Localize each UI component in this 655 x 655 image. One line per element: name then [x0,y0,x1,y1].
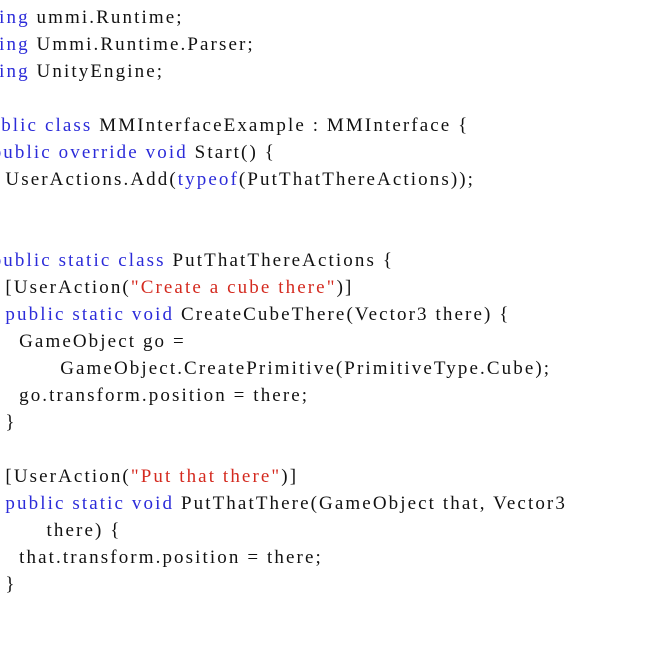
code-text: )] [336,277,354,298]
code-line: using UnityEngine; [0,58,567,85]
keyword: static [58,250,112,271]
code-line: public override void Start() { [0,139,567,166]
keyword: public [0,250,52,271]
keyword: void [131,493,175,514]
code-line: public static void CreateCubeThere(Vecto… [0,301,567,328]
code-line: that.transform.position = there; [0,544,567,571]
keyword: using [0,61,30,82]
code-line: public static void PutThatThere(GameObje… [0,490,567,517]
code-text: } [5,412,17,433]
code-text: } [5,574,17,595]
keyword: typeof [177,169,239,190]
code-text: PutThatThere(GameObject that, Vector3 [174,493,567,514]
code-text: [UserAction( [5,466,131,487]
code-line: UserActions.Add(typeof(PutThatThereActio… [0,166,567,193]
keyword: static [72,304,126,325]
code-text: MMInterfaceExample : MMInterface { [92,115,470,136]
code-line: using ummi.Runtime; [0,4,567,31]
code-text: UserActions.Add( [5,169,178,190]
code-text: Start() { [187,142,276,163]
keyword: using [0,34,30,55]
code-line: public static class PutThatThereActions … [0,247,567,274]
code-text: PutThatThereActions { [165,250,395,271]
keyword: void [131,304,175,325]
code-text: CreateCubeThere(Vector3 there) { [174,304,511,325]
code-line: go.transform.position = there; [0,382,567,409]
code-line: [UserAction("Put that there")] [0,463,567,490]
code-text: there) { [46,520,122,541]
code-line: using Ummi.Runtime.Parser; [0,31,567,58]
code-listing: using ummi.Runtime;using Ummi.Runtime.Pa… [0,4,567,598]
code-text: that.transform.position = there; [0,547,323,568]
keyword: public [5,493,66,514]
code-text: ummi.Runtime; [29,7,184,28]
code-text: )] [281,466,299,487]
code-text: (PutThatThereActions)); [238,169,476,190]
keyword: static [72,493,126,514]
code-line: GameObject.CreatePrimitive(PrimitiveType… [0,355,567,382]
code-text: GameObject go = [19,331,186,352]
keyword: class [44,115,93,136]
code-line: public class MMInterfaceExample : MMInte… [0,112,567,139]
code-text: go.transform.position = there; [0,385,310,406]
keyword: public [0,115,39,136]
code-text: [UserAction( [5,277,131,298]
code-line: } [0,571,567,598]
code-line: [UserAction("Create a cube there")] [0,274,567,301]
code-text: UnityEngine; [29,61,165,82]
keyword: public [5,304,66,325]
string-literal: "Create a cube there" [130,277,337,298]
code-line: there) { [0,517,567,544]
keyword: override [58,142,139,163]
code-line: GameObject go = [0,328,567,355]
keyword: public [0,142,52,163]
code-line: } [0,409,567,436]
string-literal: "Put that there" [130,466,282,487]
keyword: using [0,7,30,28]
code-text: GameObject.CreatePrimitive(PrimitiveType… [0,358,552,379]
keyword: void [145,142,188,163]
code-text: Ummi.Runtime.Parser; [29,34,255,55]
keyword: class [118,250,166,271]
